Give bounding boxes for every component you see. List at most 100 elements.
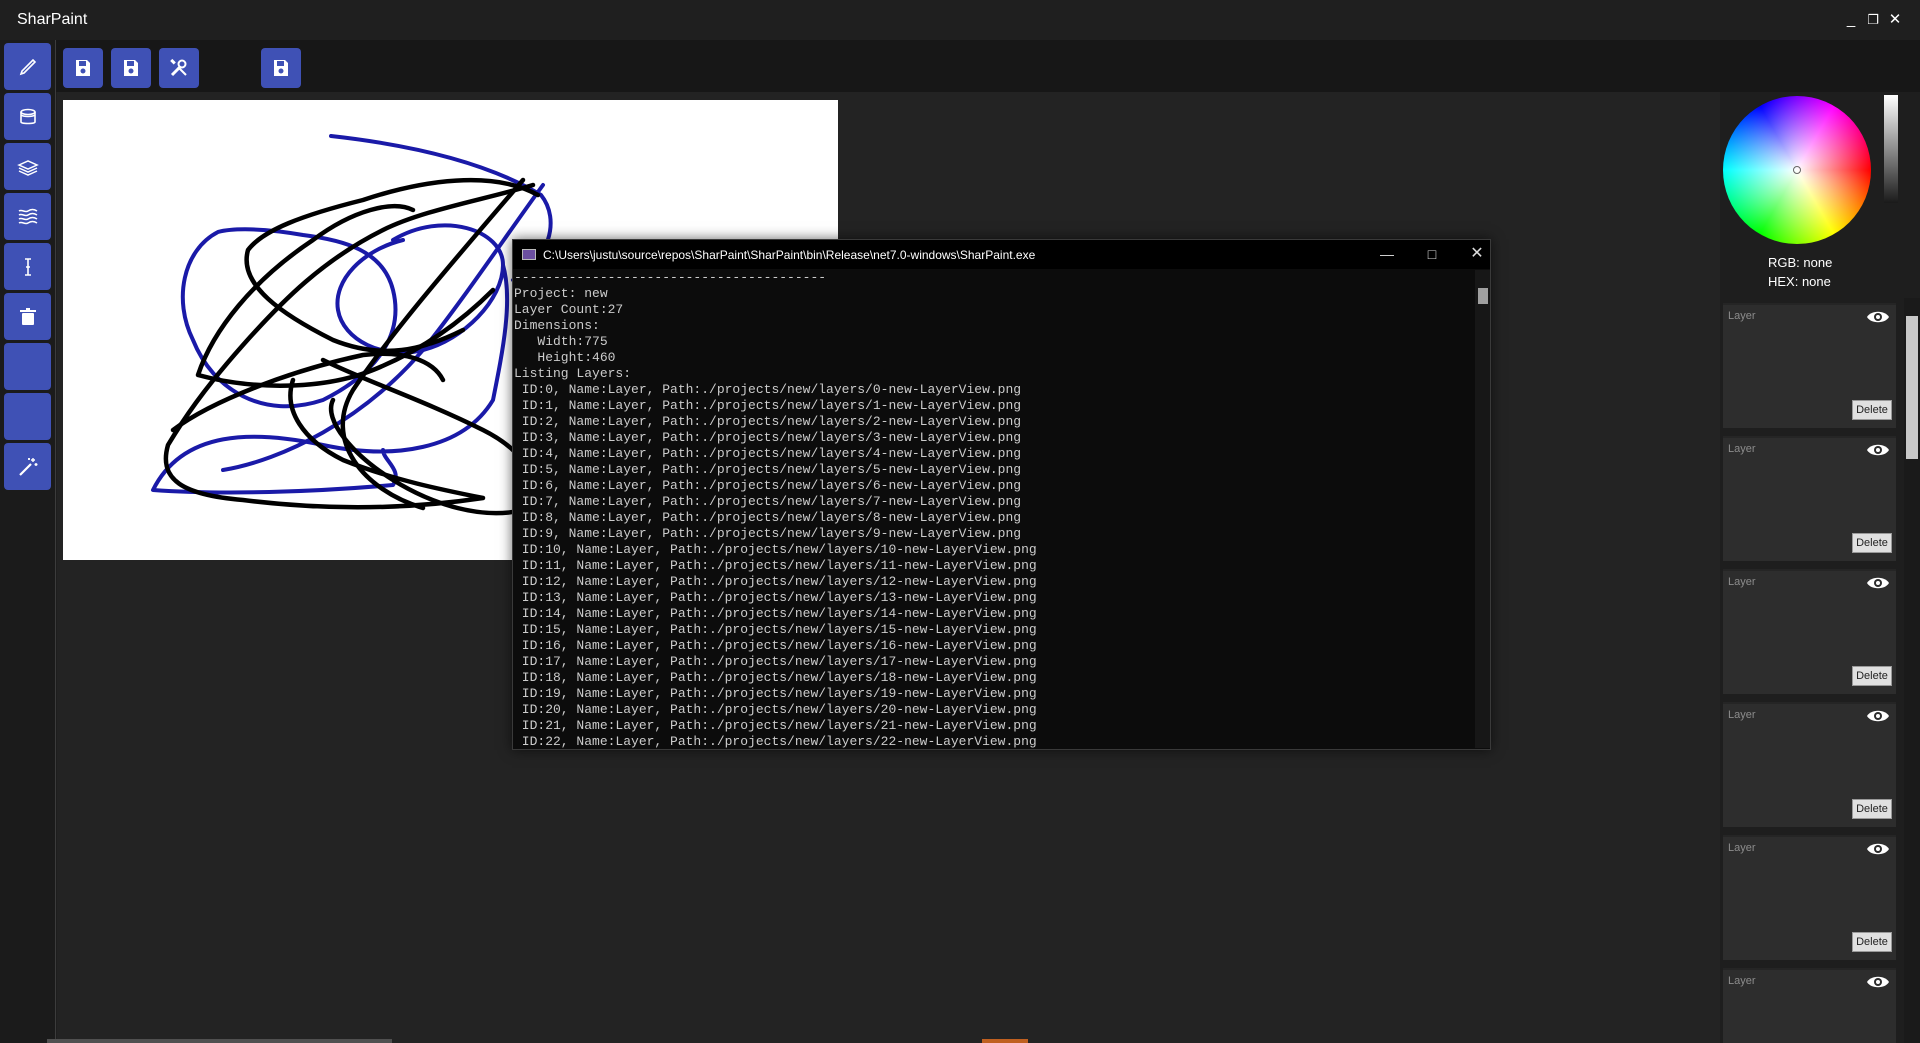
console-line: Layer Count:27 [514, 302, 624, 317]
delete-layer-button[interactable]: Delete [1852, 932, 1892, 952]
console-line: ID:10, Name:Layer, Path:./projects/new/l… [514, 542, 1037, 557]
console-line: Project: new [514, 286, 608, 301]
console-scroll-thumb[interactable] [1478, 288, 1488, 304]
save-project-button[interactable] [261, 48, 301, 88]
brush-tool-button[interactable] [4, 43, 51, 90]
console-line: Dimensions: [514, 318, 600, 333]
console-line: ID:3, Name:Layer, Path:./projects/new/la… [514, 430, 1022, 445]
rgb-readout: RGB: none [1768, 255, 1833, 270]
layers-tool-button[interactable] [4, 143, 51, 190]
app-title: SharPaint [17, 11, 88, 28]
delete-tool-button[interactable] [4, 293, 51, 340]
console-line: ID:21, Name:Layer, Path:./projects/new/l… [514, 718, 1037, 733]
save-icon [76, 60, 90, 76]
layer-card[interactable]: Layer Delete [1723, 303, 1896, 428]
layer-card[interactable]: Layer Delete [1723, 569, 1896, 694]
minimize-button[interactable]: _ [1842, 10, 1860, 30]
close-button[interactable]: ✕ [1886, 10, 1904, 30]
eye-icon[interactable] [1866, 708, 1890, 724]
console-close-button[interactable]: ✕ [1462, 244, 1492, 264]
console-title-bar[interactable]: C:\Users\justu\source\repos\SharPaint\Sh… [513, 240, 1490, 269]
layer-name: Layer [1728, 709, 1756, 721]
console-line: ID:5, Name:Layer, Path:./projects/new/la… [514, 462, 1022, 477]
eye-icon[interactable] [1866, 841, 1890, 857]
console-line: ID:7, Name:Layer, Path:./projects/new/la… [514, 494, 1022, 509]
layer-card[interactable]: Layer [1723, 968, 1896, 1043]
console-line: ID:12, Name:Layer, Path:./projects/new/l… [514, 574, 1037, 589]
console-line: Listing Layers: [514, 366, 632, 381]
fill-tool-button[interactable] [4, 93, 51, 140]
console-line: ID:11, Name:Layer, Path:./projects/new/l… [514, 558, 1037, 573]
save-project-icon [274, 60, 288, 76]
console-line: ID:20, Name:Layer, Path:./projects/new/l… [514, 702, 1037, 717]
eye-icon[interactable] [1866, 309, 1890, 325]
save-as-icon [124, 60, 138, 76]
magic-wand-tool-button[interactable] [4, 443, 51, 490]
trash-icon [19, 307, 36, 325]
console-scrollbar[interactable] [1475, 270, 1490, 748]
layers-scroll-thumb[interactable] [1906, 316, 1918, 459]
console-line: ID:15, Name:Layer, Path:./projects/new/l… [514, 622, 1037, 637]
console-minimize-button[interactable]: — [1372, 244, 1402, 264]
text-cursor-icon [24, 257, 31, 276]
magic-wand-icon [18, 457, 37, 476]
console-title: C:\Users\justu\source\repos\SharPaint\Sh… [543, 248, 1036, 262]
tools-icon [170, 58, 187, 77]
save-as-button[interactable] [111, 48, 151, 88]
layer-name: Layer [1728, 310, 1756, 322]
console-line: ID:8, Name:Layer, Path:./projects/new/la… [514, 510, 1022, 525]
console-line: ID:18, Name:Layer, Path:./projects/new/l… [514, 670, 1037, 685]
layer-card[interactable]: Layer Delete [1723, 835, 1896, 960]
console-line: ID:9, Name:Layer, Path:./projects/new/la… [514, 526, 1022, 541]
delete-layer-button[interactable]: Delete [1852, 799, 1892, 819]
delete-layer-button[interactable]: Delete [1852, 400, 1892, 420]
restore-button[interactable]: ❐ [1864, 10, 1882, 30]
text-tool-button[interactable] [4, 243, 51, 290]
blur-tool-button[interactable] [4, 193, 51, 240]
color-wheel-selector[interactable] [1793, 166, 1801, 174]
eye-icon[interactable] [1866, 575, 1890, 591]
console-line: ID:0, Name:Layer, Path:./projects/new/la… [514, 382, 1022, 397]
console-maximize-button[interactable]: □ [1417, 244, 1447, 264]
console-line: ID:6, Name:Layer, Path:./projects/new/la… [514, 478, 1022, 493]
layer-card[interactable]: Layer Delete [1723, 436, 1896, 561]
title-bar: SharPaint _ ❐ ✕ [0, 0, 1920, 40]
layers-scrollbar[interactable] [1904, 298, 1920, 1043]
layer-name: Layer [1728, 842, 1756, 854]
blur-icon [18, 208, 37, 224]
console-line: ID:4, Name:Layer, Path:./projects/new/la… [514, 446, 1022, 461]
console-line: ID:13, Name:Layer, Path:./projects/new/l… [514, 590, 1037, 605]
console-line: ID:22, Name:Layer, Path:./projects/new/l… [514, 734, 1037, 748]
console-line: ID:17, Name:Layer, Path:./projects/new/l… [514, 654, 1037, 669]
toolbar [0, 40, 1920, 92]
horizontal-scrollbar[interactable] [47, 1039, 392, 1043]
layer-name: Layer [1728, 576, 1756, 588]
tool-sidebar [0, 40, 56, 1043]
empty-tool-button[interactable] [4, 343, 51, 390]
console-window[interactable]: C:\Users\justu\source\repos\SharPaint\Sh… [512, 239, 1491, 750]
bucket-icon [19, 108, 36, 124]
layer-name: Layer [1728, 443, 1756, 455]
console-line: ID:16, Name:Layer, Path:./projects/new/l… [514, 638, 1037, 653]
save-button[interactable] [63, 48, 103, 88]
console-line: ---------------------------------------- [514, 270, 827, 285]
eye-icon[interactable] [1866, 974, 1890, 990]
layer-card[interactable]: Layer Delete [1723, 702, 1896, 827]
tools-button[interactable] [159, 48, 199, 88]
empty-tool-button[interactable] [4, 393, 51, 440]
console-line: Width:775 [514, 334, 608, 349]
console-line: ID:14, Name:Layer, Path:./projects/new/l… [514, 606, 1037, 621]
layer-name: Layer [1728, 975, 1756, 987]
blue-stroke [335, 223, 505, 355]
console-line: Height:460 [514, 350, 616, 365]
delete-layer-button[interactable]: Delete [1852, 666, 1892, 686]
console-line: ID:1, Name:Layer, Path:./projects/new/la… [514, 398, 1022, 413]
brush-icon [19, 58, 36, 75]
brightness-slider[interactable] [1884, 95, 1898, 203]
console-icon [522, 249, 536, 260]
layers-icon [16, 159, 39, 176]
console-output: ----------------------------------------… [514, 270, 1474, 748]
taskbar-accent [982, 1039, 1028, 1043]
eye-icon[interactable] [1866, 442, 1890, 458]
delete-layer-button[interactable]: Delete [1852, 533, 1892, 553]
